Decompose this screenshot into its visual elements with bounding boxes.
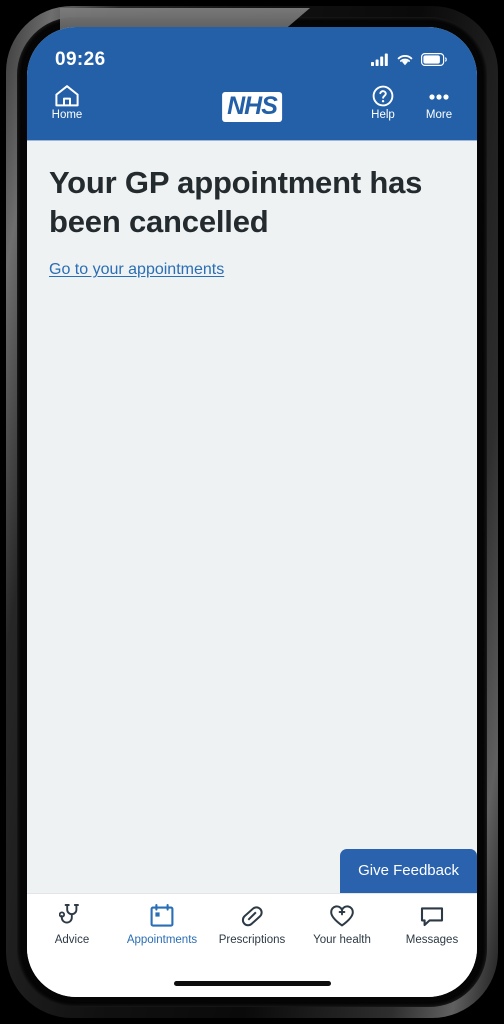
battery-icon <box>421 53 447 66</box>
header-help-button[interactable]: Help <box>357 84 409 122</box>
header-more-label: More <box>425 109 453 121</box>
app-header: Home NHS Help More <box>27 82 477 141</box>
header-home-label: Home <box>51 109 83 121</box>
tab-advice-label: Advice <box>54 934 90 946</box>
main-content: Your GP appointment has been cancelled G… <box>27 141 477 893</box>
tab-prescriptions-label: Prescriptions <box>218 934 286 946</box>
status-bar: 09:26 <box>27 27 477 82</box>
tab-prescriptions[interactable]: Prescriptions <box>207 903 297 947</box>
status-time: 09:26 <box>55 48 106 70</box>
calendar-icon <box>149 903 175 929</box>
tab-messages-label: Messages <box>405 934 459 946</box>
give-feedback-button[interactable]: Give Feedback <box>340 849 477 893</box>
speech-bubble-icon <box>419 903 445 929</box>
pill-capsule-icon <box>239 903 265 929</box>
bottom-tab-bar: Advice Appointments Prescriptions Your h… <box>27 893 477 969</box>
tab-your-health[interactable]: Your health <box>297 903 387 947</box>
tab-advice[interactable]: Advice <box>27 903 117 947</box>
device-frame: 09:26 Home NHS Help More Your GP appoint… <box>0 0 504 1024</box>
home-indicator[interactable] <box>173 980 331 986</box>
phone-screen: 09:26 Home NHS Help More Your GP appoint… <box>27 27 477 997</box>
heart-plus-icon <box>329 903 355 929</box>
tab-appointments-label: Appointments <box>126 934 198 946</box>
status-icons <box>371 53 447 66</box>
go-to-appointments-link[interactable]: Go to your appointments <box>49 261 224 279</box>
tab-your-health-label: Your health <box>313 934 371 946</box>
page-title: Your GP appointment has been cancelled <box>49 165 423 239</box>
nhs-logo: NHS <box>222 92 282 122</box>
header-help-label: Help <box>371 109 395 121</box>
feedback-container: Give Feedback <box>340 849 477 893</box>
tab-appointments[interactable]: Appointments <box>117 903 207 947</box>
ellipsis-icon <box>429 94 449 100</box>
tab-messages[interactable]: Messages <box>387 903 477 947</box>
wifi-icon <box>397 55 413 66</box>
home-icon <box>55 85 79 107</box>
stethoscope-icon <box>59 903 85 929</box>
header-more-button[interactable]: More <box>413 84 465 122</box>
nhs-logo-text: NHS <box>227 92 278 120</box>
cellular-signal-icon <box>371 53 388 66</box>
header-right-actions: Help More <box>357 84 465 122</box>
question-mark-circle-icon <box>372 85 394 107</box>
header-home-button[interactable]: Home <box>41 84 93 122</box>
home-indicator-area <box>27 969 477 997</box>
